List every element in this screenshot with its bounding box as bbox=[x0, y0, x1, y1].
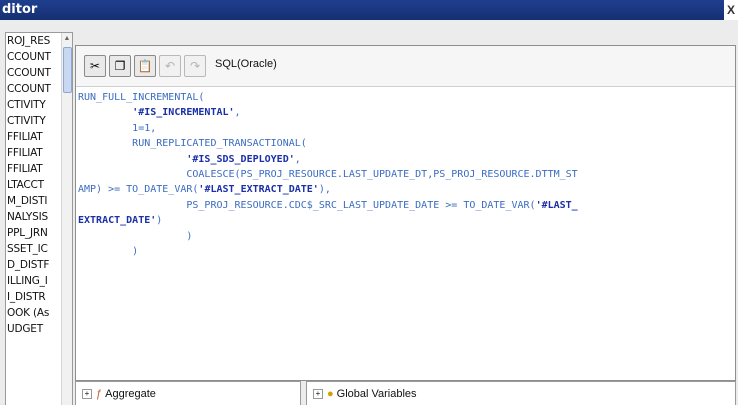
tree-node-label: Aggregate bbox=[105, 388, 156, 400]
tree-node-global-variables[interactable]: + ● Global Variables bbox=[313, 388, 417, 400]
paste-icon: 📋 bbox=[137, 59, 153, 73]
code-editor[interactable]: RUN_FULL_INCREMENTAL( '#IS_INCREMENTAL',… bbox=[78, 90, 730, 259]
list-scrollbar[interactable]: ▲ bbox=[61, 33, 72, 405]
redo-icon: ↷ bbox=[189, 59, 201, 73]
language-label: SQL(Oracle) bbox=[215, 58, 277, 70]
code-line: ) bbox=[78, 230, 193, 242]
aggregate-tree-panel: + ƒ Aggregate bbox=[75, 381, 301, 405]
string-literal: '#LAST_ bbox=[535, 199, 578, 211]
undo-button[interactable]: ↶ bbox=[159, 55, 181, 77]
function-icon: ƒ bbox=[96, 388, 103, 401]
cut-button[interactable]: ✂ bbox=[84, 55, 106, 77]
close-button[interactable]: X bbox=[724, 0, 738, 20]
copy-icon: ❐ bbox=[114, 59, 126, 73]
string-literal: EXTRACT_DATE' bbox=[78, 215, 157, 227]
global-variables-tree-panel: + ● Global Variables bbox=[306, 381, 736, 405]
editor-toolbar: ✂ ❐ 📋 ↶ ↷ SQL(Oracle) bbox=[76, 46, 735, 87]
tree-node-aggregate[interactable]: + ƒ Aggregate bbox=[82, 388, 156, 400]
string-literal: '#LAST_EXTRACT_DATE' bbox=[198, 184, 319, 196]
scroll-up-icon[interactable]: ▲ bbox=[62, 33, 72, 45]
sql-editor-panel: ✂ ❐ 📋 ↶ ↷ SQL(Oracle) RUN_FULL_INCREMENT… bbox=[75, 45, 736, 381]
string-literal: '#IS_INCREMENTAL' bbox=[132, 107, 235, 119]
table-list[interactable]: ROJ_RES CCOUNT CCOUNT CCOUNT CTIVITY CTIVITY F… bbox=[5, 32, 73, 405]
undo-icon: ↶ bbox=[164, 59, 176, 73]
code-line: AMP) >= TO_DATE_VAR('#LAST_EXTRACT_DATE'… bbox=[78, 184, 331, 196]
variable-icon: ● bbox=[327, 388, 334, 401]
code-line: RUN_FULL_INCREMENTAL( bbox=[78, 92, 205, 103]
copy-button[interactable]: ❐ bbox=[109, 55, 131, 77]
code-line: EXTRACT_DATE') bbox=[78, 215, 163, 227]
redo-button[interactable]: ↷ bbox=[184, 55, 206, 77]
tree-node-label: Global Variables bbox=[336, 388, 417, 400]
code-line: '#IS_SDS_DEPLOYED', bbox=[186, 153, 301, 165]
cut-icon: ✂ bbox=[89, 59, 101, 73]
code-line: ) bbox=[78, 246, 139, 258]
code-line: '#IS_INCREMENTAL', bbox=[132, 107, 241, 119]
window-title: ditor bbox=[2, 2, 38, 17]
scroll-thumb[interactable] bbox=[63, 47, 72, 93]
paste-button[interactable]: 📋 bbox=[134, 55, 156, 77]
expand-icon[interactable]: + bbox=[313, 389, 323, 400]
code-line: COALESCE(PS_PROJ_RESOURCE.LAST_UPDATE_DT… bbox=[78, 169, 578, 181]
code-line: 1=1, bbox=[78, 122, 157, 134]
code-line: RUN_REPLICATED_TRANSACTIONAL( bbox=[78, 138, 307, 150]
title-bar: ditor X bbox=[0, 0, 738, 20]
code-line: PS_PROJ_RESOURCE.CDC$_SRC_LAST_UPDATE_DA… bbox=[78, 199, 578, 211]
string-literal: '#IS_SDS_DEPLOYED' bbox=[186, 153, 295, 165]
expand-icon[interactable]: + bbox=[82, 389, 92, 400]
